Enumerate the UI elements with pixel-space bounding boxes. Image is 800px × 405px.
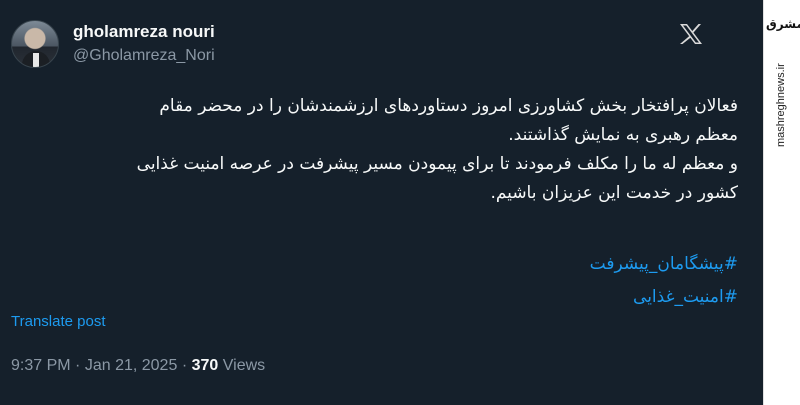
hashtag-list: #پیشگامان_پیشرفت #امنیت_غذایی <box>590 248 738 314</box>
meta-separator: · <box>181 357 188 374</box>
tweet-meta: 9:37 PM · Jan 21, 2025 · 370 Views <box>11 357 265 375</box>
hashtag-link[interactable]: #پیشگامان_پیشرفت <box>590 248 738 281</box>
x-logo-icon <box>680 24 702 44</box>
meta-separator: · <box>75 357 81 374</box>
user-handle[interactable]: @Gholamreza_Nori <box>73 47 215 65</box>
tweet-card: gholamreza nouri @Gholamreza_Nori فعالان… <box>0 0 763 405</box>
tweet-text-line: کشور در خدمت این عزیزان باشیم. <box>490 183 738 203</box>
tweet-text-line: معظم رهبری به نمایش گذاشتند. <box>508 125 738 145</box>
avatar-shirt <box>33 53 39 67</box>
translate-post-link[interactable]: Translate post <box>11 313 106 330</box>
watermark-logo: مشرق <box>766 17 800 31</box>
display-name[interactable]: gholamreza nouri <box>73 22 215 42</box>
tweet-text: فعالان پرافتخار بخش کشاورزی امروز دستاور… <box>3 92 738 208</box>
tweet-time[interactable]: 9:37 PM <box>11 357 71 374</box>
watermark-strip: مشرق mashreghnews.ir <box>763 0 800 405</box>
tweet-text-line: فعالان پرافتخار بخش کشاورزی امروز دستاور… <box>159 96 738 116</box>
hashtag-link[interactable]: #امنیت_غذایی <box>590 281 738 314</box>
watermark-url: mashreghnews.ir <box>775 63 787 148</box>
tweet-text-line: و معظم له ما را مکلف فرمودند تا برای پیم… <box>136 154 738 174</box>
tweet-date[interactable]: Jan 21, 2025 <box>85 357 178 374</box>
views-count: 370 <box>191 357 219 374</box>
views-label: Views <box>222 357 266 374</box>
avatar[interactable] <box>11 20 59 68</box>
